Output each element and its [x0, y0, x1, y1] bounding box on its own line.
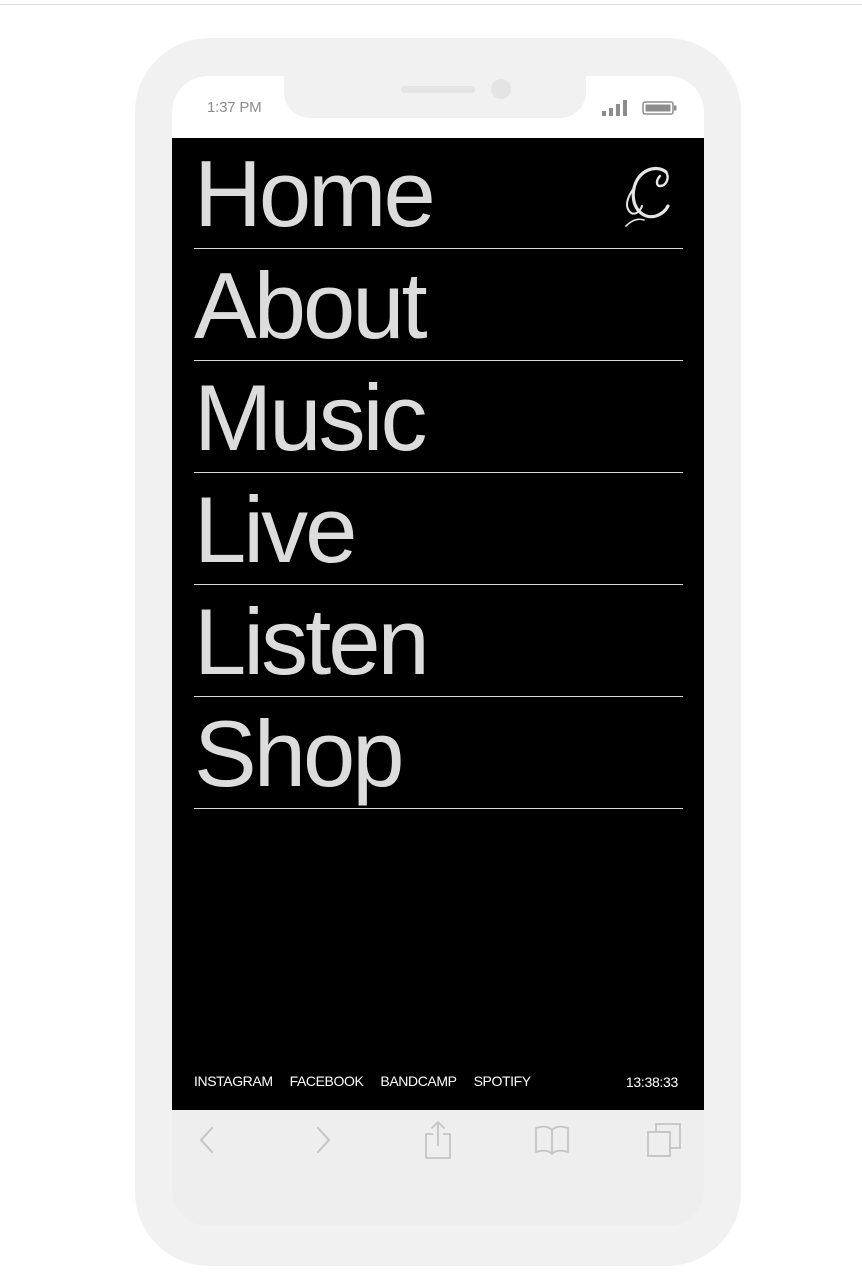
signal-icon: [602, 100, 627, 116]
facebook-link[interactable]: FACEBOOK: [290, 1073, 364, 1089]
nav-item-label: Listen: [194, 589, 430, 694]
nav-item-live[interactable]: Live: [194, 474, 683, 585]
page-top-rule: [0, 4, 862, 5]
spotify-link[interactable]: SPOTIFY: [474, 1073, 532, 1089]
script-c-logo-icon[interactable]: [620, 156, 680, 236]
back-icon[interactable]: [188, 1118, 228, 1162]
bookmarks-icon[interactable]: [532, 1118, 572, 1162]
nav-item-about[interactable]: About: [194, 250, 683, 361]
nav-item-listen[interactable]: Listen: [194, 586, 683, 697]
nav-item-label: About: [194, 253, 428, 358]
tabs-icon[interactable]: [645, 1118, 685, 1162]
nav-item-music[interactable]: Music: [194, 362, 683, 473]
site-screen: Home About Music Live Listen Shop INSTAG…: [172, 138, 704, 1110]
status-time: 1:37 PM: [207, 99, 262, 116]
footer-clock: 13:38:33: [625, 1074, 678, 1090]
forward-icon[interactable]: [302, 1118, 342, 1162]
nav-item-label: Shop: [194, 701, 405, 806]
nav-item-label: Live: [194, 477, 357, 582]
social-links: INSTAGRAM FACEBOOK BANDCAMP SPOTIFY: [194, 1073, 531, 1089]
nav-item-label: Music: [194, 365, 427, 470]
nav-item-label: Home: [194, 141, 436, 246]
battery-icon: [642, 101, 677, 115]
instagram-link[interactable]: INSTAGRAM: [194, 1073, 273, 1089]
share-icon[interactable]: [418, 1118, 458, 1162]
main-nav: Home About Music Live Listen Shop: [194, 138, 683, 810]
nav-item-shop[interactable]: Shop: [194, 698, 683, 809]
bandcamp-link[interactable]: BANDCAMP: [380, 1073, 457, 1089]
camera-icon: [491, 79, 511, 99]
speaker-icon: [401, 86, 475, 93]
nav-item-home[interactable]: Home: [194, 138, 683, 249]
